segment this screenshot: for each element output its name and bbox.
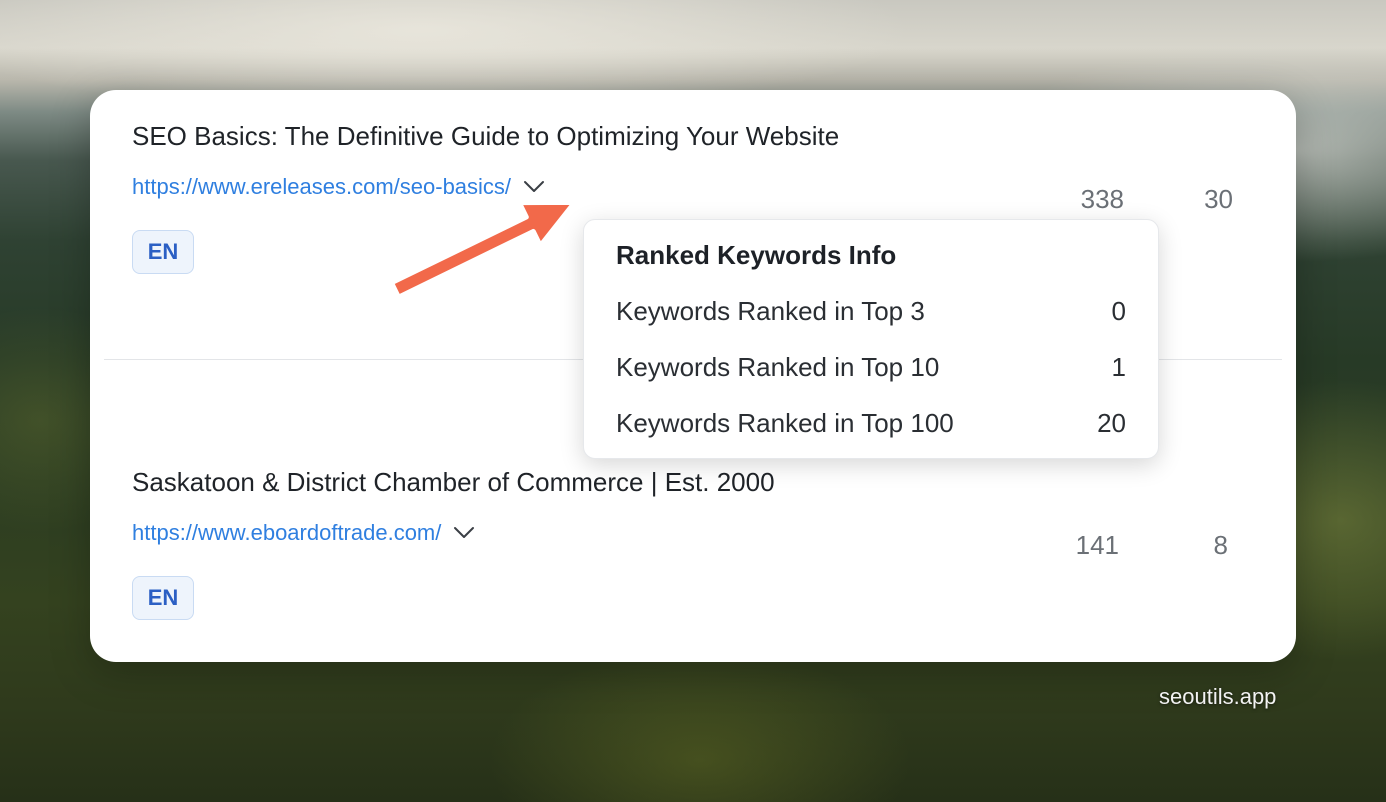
language-badge: EN: [132, 576, 194, 620]
popover-row-label: Keywords Ranked in Top 100: [616, 408, 954, 438]
result-url-link[interactable]: https://www.eboardoftrade.com/: [132, 520, 441, 546]
ranked-keywords-popover: Ranked Keywords Info Keywords Ranked in …: [583, 219, 1159, 459]
popover-row: Keywords Ranked in Top 10 1: [616, 352, 1126, 384]
popover-row-value: 0: [1111, 296, 1126, 326]
arrow-annotation-icon: [388, 199, 578, 300]
result-title: SEO Basics: The Definitive Guide to Opti…: [132, 121, 840, 151]
popover-title: Ranked Keywords Info: [616, 240, 897, 270]
metric-value: 141: [1075, 530, 1119, 560]
watermark-text: seoutils.app: [1159, 684, 1277, 709]
result-title: Saskatoon & District Chamber of Commerce…: [132, 467, 775, 497]
popover-row: Keywords Ranked in Top 100 20: [616, 408, 1126, 440]
popover-row: Keywords Ranked in Top 3 0: [616, 296, 1126, 328]
chevron-down-icon[interactable]: [453, 526, 475, 540]
language-badge: EN: [132, 230, 194, 274]
popover-row-label: Keywords Ranked in Top 10: [616, 352, 940, 382]
popover-row-label: Keywords Ranked in Top 3: [616, 296, 925, 326]
popover-row-value: 20: [1097, 408, 1126, 438]
popover-row-value: 1: [1111, 352, 1126, 382]
metric-value: 8: [1213, 530, 1228, 560]
metric-value: 30: [1204, 184, 1233, 214]
metric-value: 338: [1080, 184, 1124, 214]
